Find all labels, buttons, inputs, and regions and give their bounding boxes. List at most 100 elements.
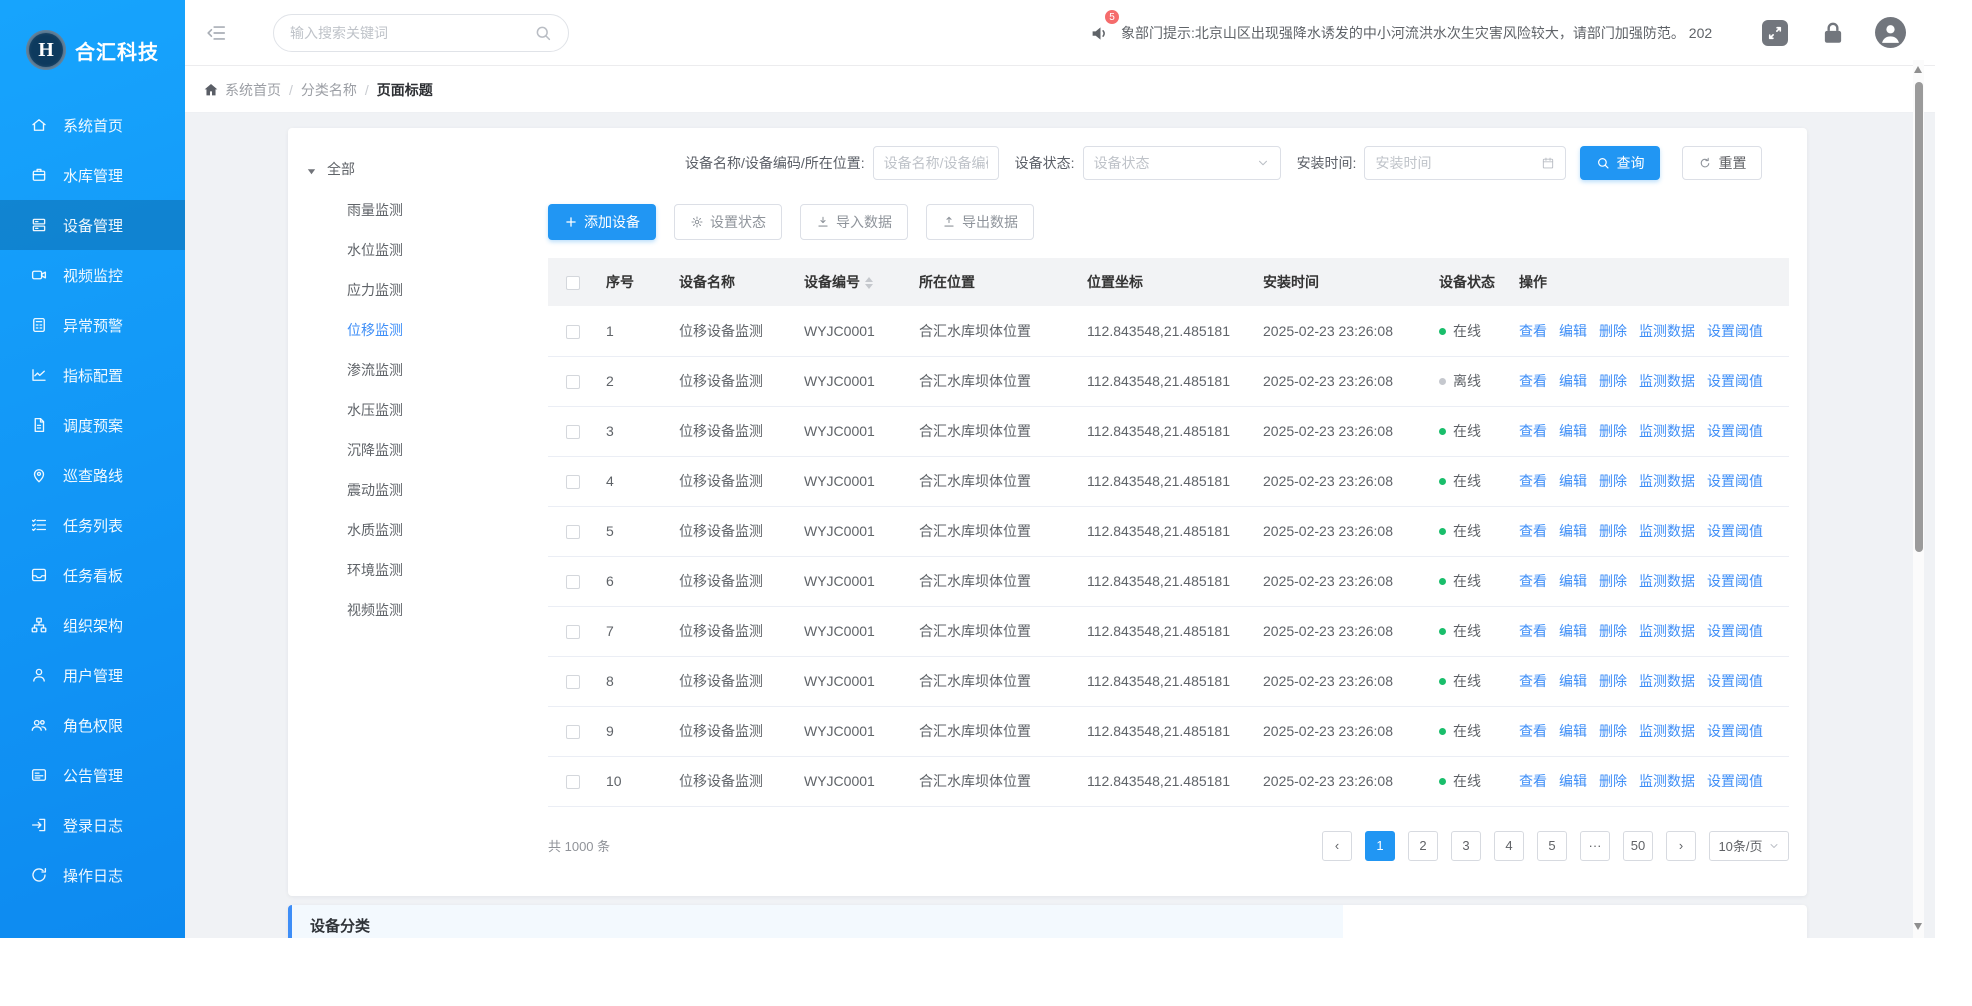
op-link[interactable]: 删除	[1599, 523, 1627, 539]
sidebar-item-task-list[interactable]: 任务列表	[0, 500, 185, 550]
import-data-button[interactable]: 导入数据	[800, 204, 908, 240]
op-link[interactable]: 监测数据	[1639, 623, 1695, 639]
op-link[interactable]: 删除	[1599, 323, 1627, 339]
scroll-up-arrow-icon[interactable]	[1914, 66, 1922, 73]
tree-item[interactable]: 沉降监测	[306, 430, 548, 470]
tree-item[interactable]: 水质监测	[306, 510, 548, 550]
sort-icon[interactable]	[865, 277, 873, 290]
pagination-ellipsis-button[interactable]: ···	[1580, 830, 1610, 861]
op-link[interactable]: 编辑	[1559, 623, 1587, 639]
reset-button[interactable]: 重置	[1682, 146, 1763, 180]
speaker-icon[interactable]	[1090, 23, 1111, 44]
pagination-page-button[interactable]: 5	[1537, 830, 1567, 861]
lock-icon[interactable]	[1820, 20, 1846, 46]
fullscreen-icon[interactable]	[1762, 20, 1788, 46]
op-link[interactable]: 删除	[1599, 423, 1627, 439]
row-checkbox[interactable]	[566, 425, 580, 440]
sidebar-item-metric-chart[interactable]: 指标配置	[0, 350, 185, 400]
op-link[interactable]: 设置阈值	[1707, 623, 1763, 639]
row-checkbox[interactable]	[566, 375, 580, 390]
op-link[interactable]: 编辑	[1559, 723, 1587, 739]
pagination-page-button[interactable]: 3	[1451, 830, 1481, 861]
op-link[interactable]: 编辑	[1559, 423, 1587, 439]
op-link[interactable]: 查看	[1519, 423, 1547, 439]
tree-item[interactable]: 震动监测	[306, 470, 548, 510]
op-link[interactable]: 设置阈值	[1707, 573, 1763, 589]
op-link[interactable]: 删除	[1599, 573, 1627, 589]
tree-item[interactable]: 渗流监测	[306, 350, 548, 390]
op-link[interactable]: 设置阈值	[1707, 473, 1763, 489]
op-link[interactable]: 监测数据	[1639, 673, 1695, 689]
column-header-sortable[interactable]: 设备编号	[796, 258, 911, 306]
op-link[interactable]: 查看	[1519, 723, 1547, 739]
op-link[interactable]: 删除	[1599, 473, 1627, 489]
tree-root-item[interactable]: 全部	[306, 156, 548, 182]
row-checkbox[interactable]	[566, 675, 580, 690]
op-link[interactable]: 编辑	[1559, 773, 1587, 789]
op-link[interactable]: 编辑	[1559, 673, 1587, 689]
sidebar-item-task-board[interactable]: 任务看板	[0, 550, 185, 600]
row-checkbox[interactable]	[566, 625, 580, 640]
op-link[interactable]: 设置阈值	[1707, 323, 1763, 339]
sidebar-item-user[interactable]: 用户管理	[0, 650, 185, 700]
pagination-next-button[interactable]: ›	[1666, 830, 1696, 861]
op-link[interactable]: 编辑	[1559, 523, 1587, 539]
set-status-button[interactable]: 设置状态	[674, 204, 782, 240]
tree-item[interactable]: 水位监测	[306, 230, 548, 270]
op-link[interactable]: 监测数据	[1639, 323, 1695, 339]
row-checkbox[interactable]	[566, 324, 580, 339]
sidebar-item-alert-panel[interactable]: 异常预警	[0, 300, 185, 350]
user-avatar[interactable]	[1875, 17, 1906, 48]
op-link[interactable]: 监测数据	[1639, 573, 1695, 589]
scrollbar-thumb[interactable]	[1914, 82, 1923, 552]
op-link[interactable]: 删除	[1599, 373, 1627, 389]
op-link[interactable]: 查看	[1519, 673, 1547, 689]
sidebar-item-org-tree[interactable]: 组织架构	[0, 600, 185, 650]
add-device-button[interactable]: 添加设备	[548, 204, 656, 240]
sidebar-item-video-camera[interactable]: 视频监控	[0, 250, 185, 300]
op-link[interactable]: 设置阈值	[1707, 773, 1763, 789]
op-link[interactable]: 监测数据	[1639, 373, 1695, 389]
vertical-scrollbar[interactable]	[1913, 60, 1924, 938]
keyword-filter-input[interactable]	[872, 146, 999, 180]
global-search-input[interactable]	[290, 25, 534, 41]
query-button[interactable]: 查询	[1580, 146, 1661, 180]
op-link[interactable]: 编辑	[1559, 373, 1587, 389]
sidebar-item-user-group[interactable]: 角色权限	[0, 700, 185, 750]
op-link[interactable]: 编辑	[1559, 473, 1587, 489]
op-link[interactable]: 监测数据	[1639, 773, 1695, 789]
home-icon[interactable]	[203, 82, 219, 98]
search-icon[interactable]	[534, 24, 552, 42]
tree-item[interactable]: 应力监测	[306, 270, 548, 310]
row-checkbox[interactable]	[566, 475, 580, 490]
op-link[interactable]: 设置阈值	[1707, 523, 1763, 539]
op-link[interactable]: 查看	[1519, 773, 1547, 789]
pagination-page-button[interactable]: 1	[1365, 830, 1395, 861]
tree-item[interactable]: 视频监测	[306, 590, 548, 630]
op-link[interactable]: 设置阈值	[1707, 723, 1763, 739]
op-link[interactable]: 删除	[1599, 723, 1627, 739]
op-link[interactable]: 设置阈值	[1707, 673, 1763, 689]
sidebar-item-home[interactable]: 系统首页	[0, 100, 185, 150]
select-all-checkbox[interactable]	[566, 276, 580, 291]
op-link[interactable]: 查看	[1519, 623, 1547, 639]
op-link[interactable]: 查看	[1519, 373, 1547, 389]
op-link[interactable]: 删除	[1599, 773, 1627, 789]
sidebar-item-reservoir[interactable]: 水库管理	[0, 150, 185, 200]
row-checkbox[interactable]	[566, 575, 580, 590]
op-link[interactable]: 编辑	[1559, 573, 1587, 589]
breadcrumb-item[interactable]: 系统首页	[225, 82, 281, 98]
op-link[interactable]: 查看	[1519, 323, 1547, 339]
sidebar-collapse-icon[interactable]	[205, 22, 227, 44]
page-size-select[interactable]: 10条/页	[1709, 830, 1789, 861]
op-link[interactable]: 查看	[1519, 573, 1547, 589]
pagination-prev-button[interactable]: ‹	[1322, 830, 1352, 861]
tree-item[interactable]: 环境监测	[306, 550, 548, 590]
pagination-page-button[interactable]: 50	[1623, 830, 1653, 861]
op-link[interactable]: 删除	[1599, 673, 1627, 689]
row-checkbox[interactable]	[566, 775, 580, 790]
tree-item[interactable]: 水压监测	[306, 390, 548, 430]
breadcrumb-item[interactable]: 分类名称	[301, 82, 357, 98]
op-link[interactable]: 监测数据	[1639, 723, 1695, 739]
op-link[interactable]: 编辑	[1559, 323, 1587, 339]
